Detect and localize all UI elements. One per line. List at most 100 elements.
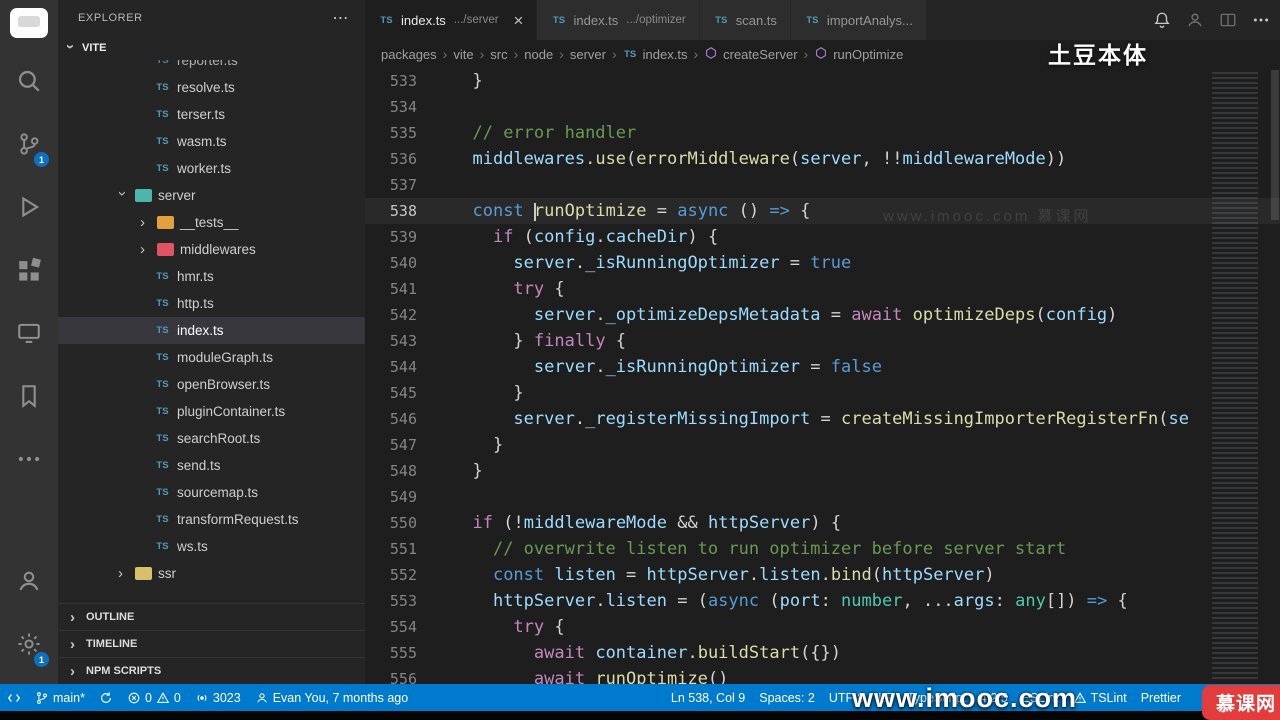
code-line[interactable]: 553 httpServer.listen = (async (port: nu… [365, 588, 1280, 614]
code-editor[interactable]: 533 } 534 535 // error handler 536 middlewa… [365, 68, 1280, 684]
code-line[interactable]: 551 // overwrite listen to run optimizer… [365, 536, 1280, 562]
activity-account[interactable] [0, 552, 58, 615]
status-prettier[interactable]: Prettier [1134, 684, 1188, 711]
status-indentation[interactable]: Spaces: 2 [752, 684, 822, 711]
tree-item-wasm-ts[interactable]: TS wasm.ts [58, 128, 365, 155]
more-actions-icon[interactable]: ⋯ [332, 8, 349, 28]
activity-remote-explorer[interactable] [0, 304, 58, 367]
split-editor-icon[interactable] [1219, 11, 1237, 29]
code-line[interactable]: 538 const runOptimize = async () => { [365, 198, 1280, 224]
code-line[interactable]: 540 server._isRunningOptimizer = true [365, 250, 1280, 276]
editor-scrollbar[interactable] [1270, 68, 1280, 684]
tree-item-transformRequest-ts[interactable]: TS transformRequest.ts [58, 506, 365, 533]
code-line[interactable]: 535 // error handler [365, 120, 1280, 146]
tree-item-hmr-ts[interactable]: TS hmr.ts [58, 263, 365, 290]
code-line[interactable]: 555 await container.buildStart({}) [365, 640, 1280, 666]
tab-index-ts[interactable]: TS index.ts .../optimizer [537, 0, 700, 40]
tree-item-http-ts[interactable]: TS http.ts [58, 290, 365, 317]
code-line[interactable]: 547 } [365, 432, 1280, 458]
pane-npm-scripts[interactable]: › NPM SCRIPTS [58, 657, 365, 684]
line-number: 535 [389, 124, 417, 142]
code-line[interactable]: 550 if (!middlewareMode && httpServer) { [365, 510, 1280, 536]
vscode-window: 1 1 EXPLORER ⋯ › VITE TS reporter.ts TS res… [0, 0, 1280, 720]
tree-item-openBrowser-ts[interactable]: TS openBrowser.ts [58, 371, 365, 398]
tree-item-worker-ts[interactable]: TS worker.ts [58, 155, 365, 182]
code-line[interactable]: 545 } [365, 380, 1280, 406]
code-line[interactable]: 537 [365, 172, 1280, 198]
activity-more-views[interactable] [0, 430, 58, 493]
tree-item-index-ts[interactable]: TS index.ts [58, 317, 365, 344]
code-line[interactable]: 556 await runOptimize() [365, 666, 1280, 684]
code-line[interactable]: 541 try { [365, 276, 1280, 302]
activity-extensions[interactable] [0, 241, 58, 304]
tree-item-send-ts[interactable]: TS send.ts [58, 452, 365, 479]
tree-item-reporter-ts[interactable]: TS reporter.ts [58, 60, 365, 74]
activity-run-debug[interactable] [0, 178, 58, 241]
more-actions-icon[interactable] [1252, 11, 1270, 29]
code-line[interactable]: 549 [365, 484, 1280, 510]
status-text: Prettier [1140, 690, 1181, 705]
breadcrumb-src[interactable]: src [490, 47, 507, 62]
minimap[interactable] [1208, 68, 1270, 680]
typescript-file-icon: TS [156, 298, 169, 309]
code-line[interactable]: 544 server._isRunningOptimizer = false [365, 354, 1280, 380]
scrollbar-thumb[interactable] [1271, 70, 1279, 220]
tab-scan-ts[interactable]: TS scan.ts [699, 0, 791, 40]
breadcrumb-createServer[interactable]: createServer [704, 46, 798, 63]
breadcrumb-node[interactable]: node [524, 47, 553, 62]
tree-item-resolve-ts[interactable]: TS resolve.ts [58, 74, 365, 101]
status-port[interactable]: 3023 [188, 684, 248, 711]
status-cursor-position[interactable]: Ln 538, Col 9 [664, 684, 752, 711]
code-line[interactable]: 552 const listen = httpServer.listen.bin… [365, 562, 1280, 588]
tab-index-ts[interactable]: TS index.ts .../server × [365, 0, 538, 40]
file-label: searchRoot.ts [177, 431, 261, 446]
tree-item-sourcemap-ts[interactable]: TS sourcemap.ts [58, 479, 365, 506]
code-line[interactable]: 536 middlewares.use(errorMiddleware(serv… [365, 146, 1280, 172]
pane-outline[interactable]: › OUTLINE [58, 603, 365, 630]
code-line[interactable]: 554 try { [365, 614, 1280, 640]
tree-item-middlewares[interactable]: › middlewares [58, 236, 365, 263]
notifications-icon[interactable] [1153, 11, 1171, 29]
status-sync[interactable] [92, 684, 120, 711]
typescript-file-icon: TS [552, 14, 566, 26]
breadcrumb-packages[interactable]: packages [381, 47, 437, 62]
tree-item-__tests__[interactable]: › __tests__ [58, 209, 365, 236]
tree-item-searchRoot-ts[interactable]: TS searchRoot.ts [58, 425, 365, 452]
breadcrumb-index-ts[interactable]: TS index.ts [623, 47, 687, 62]
tree-item-pluginContainer-ts[interactable]: TS pluginContainer.ts [58, 398, 365, 425]
pane-timeline[interactable]: › TIMELINE [58, 630, 365, 657]
status-git-branch[interactable]: main* [28, 684, 92, 711]
code-line[interactable]: 533 } [365, 68, 1280, 94]
tree-item-moduleGraph-ts[interactable]: TS moduleGraph.ts [58, 344, 365, 371]
tree-item-terser-ts[interactable]: TS terser.ts [58, 101, 365, 128]
project-section-header[interactable]: › VITE [58, 36, 365, 60]
code-line[interactable]: 548 } [365, 458, 1280, 484]
activity-search[interactable] [0, 52, 58, 115]
status-remote[interactable] [0, 684, 28, 711]
breadcrumb-vite[interactable]: vite [453, 47, 473, 62]
tree-item-ssr[interactable]: › ssr [58, 560, 365, 587]
status-text: main* [53, 690, 85, 705]
code-text: const runOptimize = async () => { [472, 201, 811, 221]
status-git-blame[interactable]: Evan You, 7 months ago [248, 684, 416, 711]
tab-importAnalys-[interactable]: TS importAnalys... [790, 0, 927, 40]
breadcrumb-runOptimize[interactable]: runOptimize [814, 46, 903, 63]
activity-settings[interactable]: 1 [0, 615, 58, 678]
tree-item-ws-ts[interactable]: TS ws.ts [58, 533, 365, 560]
file-label: worker.ts [177, 161, 232, 176]
code-line[interactable]: 543 } finally { [365, 328, 1280, 354]
code-line[interactable]: 539 if (config.cacheDir) { [365, 224, 1280, 250]
status-problems[interactable]: 00 [120, 684, 188, 711]
activity-source-control[interactable]: 1 [0, 115, 58, 178]
code-line[interactable]: 546 server._registerMissingImport = crea… [365, 406, 1280, 432]
file-label: server [158, 188, 196, 203]
close-icon[interactable]: × [514, 12, 524, 29]
tree-item-server[interactable]: › server [58, 182, 365, 209]
activity-bookmarks[interactable] [0, 367, 58, 430]
code-text: } [472, 461, 483, 481]
breadcrumb-server[interactable]: server [570, 47, 606, 62]
code-line[interactable]: 542 server._optimizeDepsMetadata = await… [365, 302, 1280, 328]
account-icon[interactable] [1186, 11, 1204, 29]
line-number: 553 [389, 592, 417, 610]
code-line[interactable]: 534 [365, 94, 1280, 120]
